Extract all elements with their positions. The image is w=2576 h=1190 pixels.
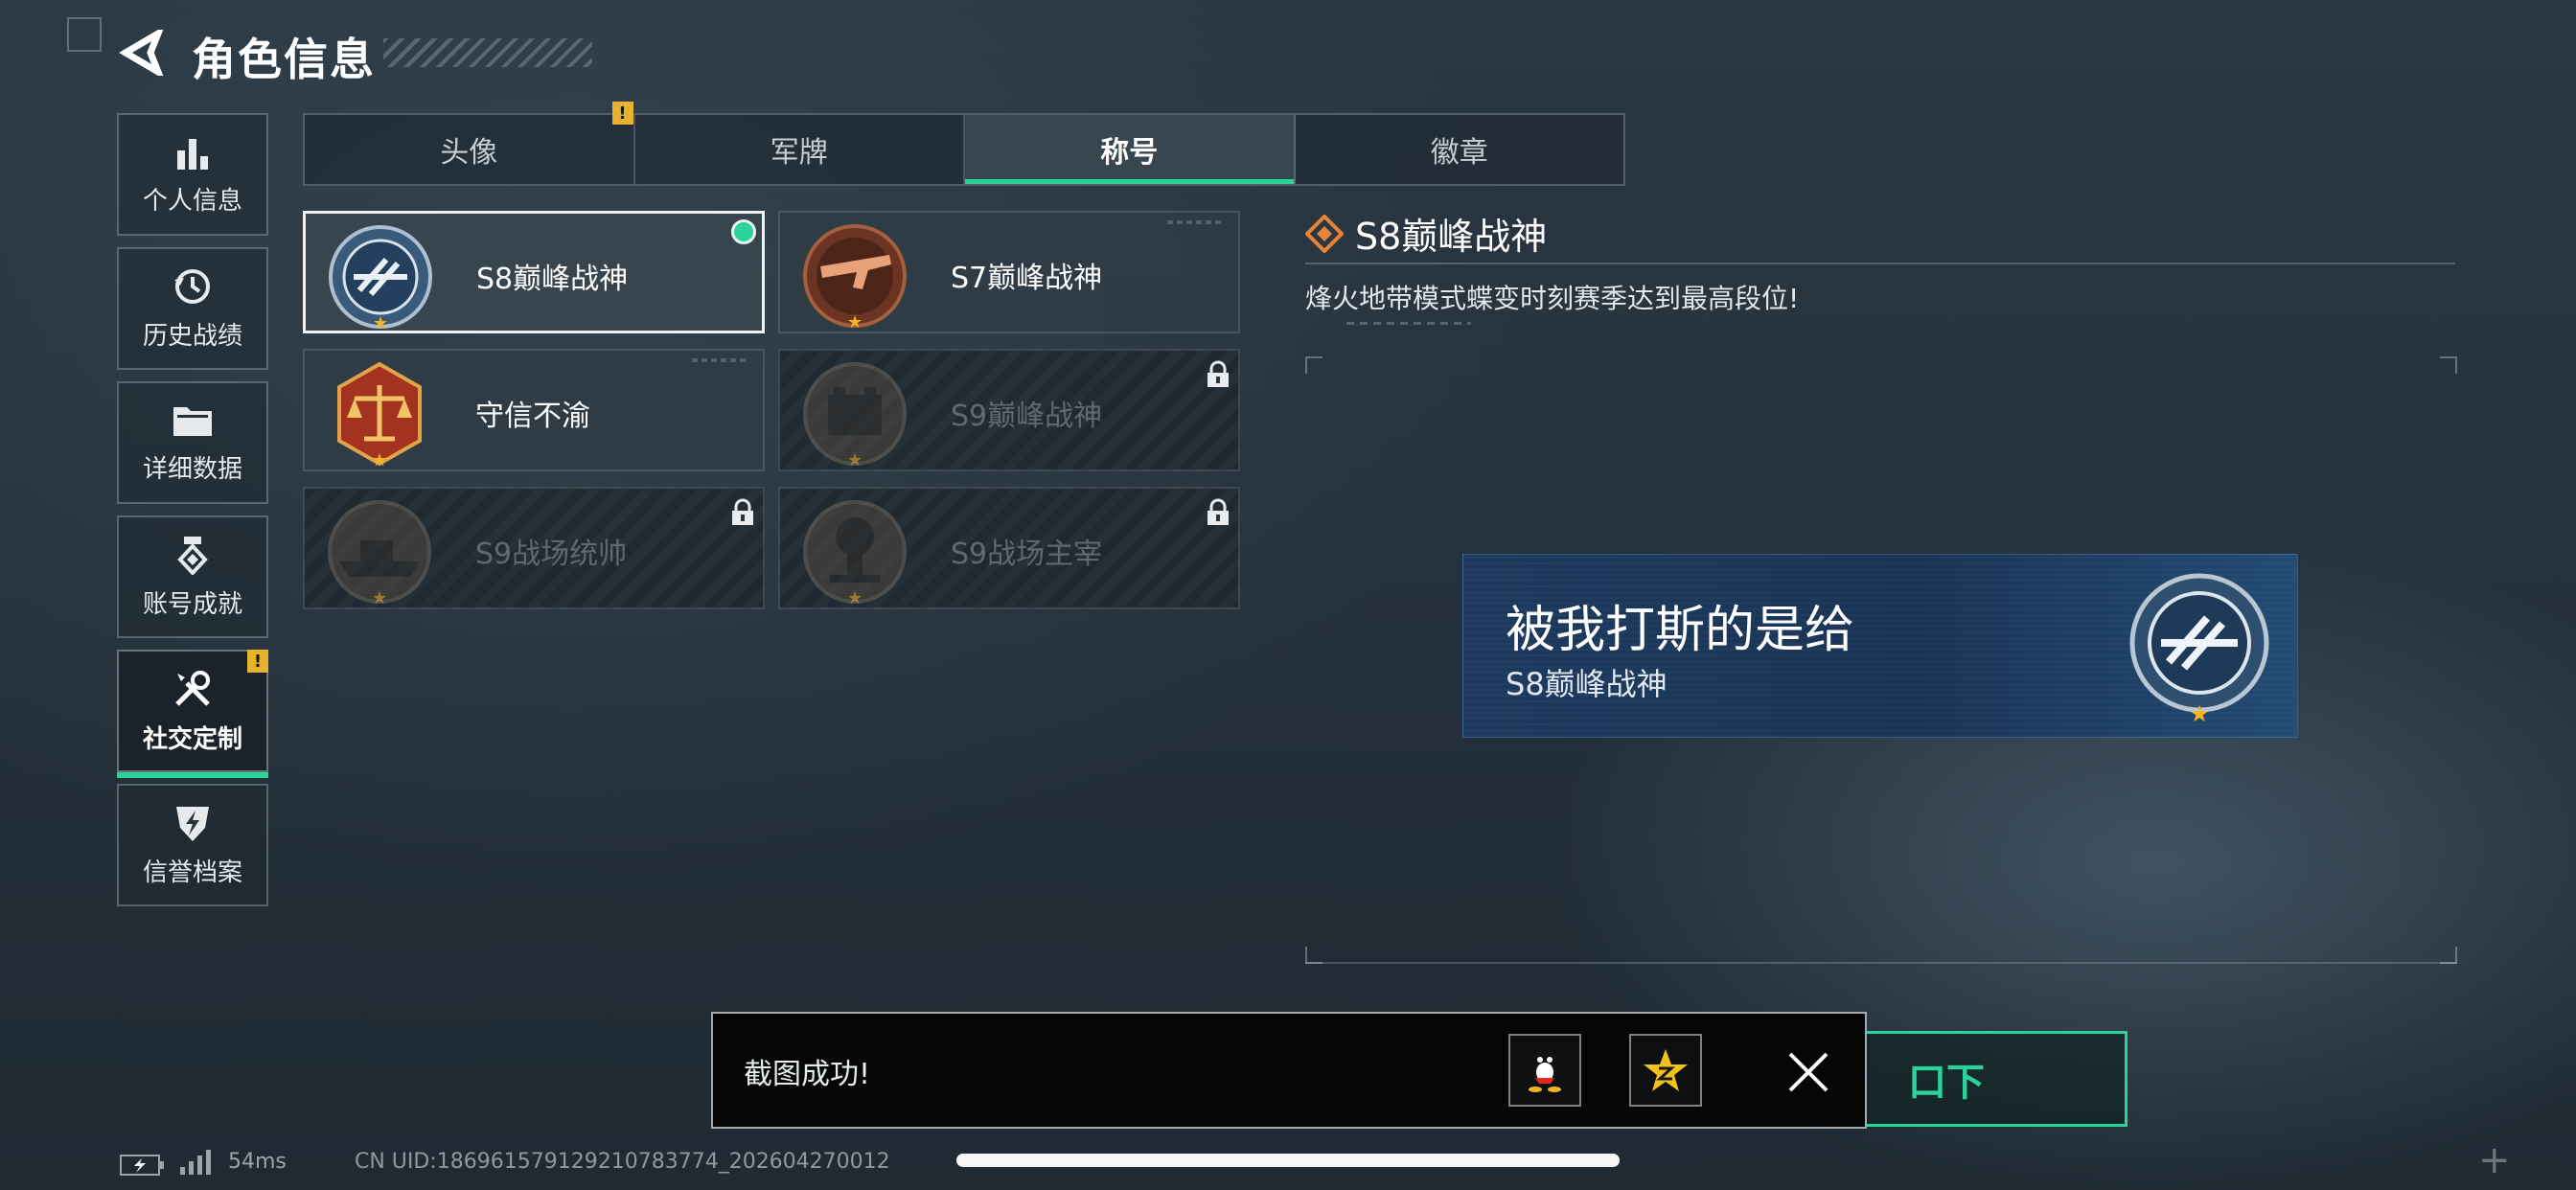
divider bbox=[1305, 962, 2457, 964]
tab-badge[interactable]: 徽章 bbox=[1296, 115, 1624, 184]
divider bbox=[1305, 263, 2455, 264]
warning-badge: ! bbox=[611, 102, 633, 125]
battery-icon bbox=[120, 1155, 164, 1176]
qq-penguin-icon bbox=[1529, 1050, 1561, 1092]
signal-icon bbox=[180, 1150, 211, 1175]
sidebar-item-label: 账号成就 bbox=[142, 589, 242, 619]
frame-corner bbox=[2440, 356, 2457, 374]
nameplate-title: S8巅峰战神 bbox=[1506, 666, 1668, 702]
folder-icon bbox=[173, 406, 212, 436]
shield-bolt-icon bbox=[176, 806, 209, 841]
sidebar-item-history[interactable]: 历史战绩 bbox=[117, 247, 268, 370]
frame-corner bbox=[1305, 356, 1322, 374]
lock-icon bbox=[732, 498, 753, 525]
page-title: 角色信息 bbox=[192, 34, 376, 85]
close-icon[interactable] bbox=[1784, 1048, 1832, 1096]
tab-label: 徽章 bbox=[1430, 136, 1488, 170]
title-card[interactable]: ★ S7巅峰战神 bbox=[778, 211, 1240, 333]
title-card-name: S9巅峰战神 bbox=[951, 400, 1103, 433]
back-button[interactable] bbox=[115, 29, 169, 77]
tab-label: 军牌 bbox=[770, 136, 828, 170]
tab-title[interactable]: 称号 bbox=[965, 115, 1296, 184]
sidebar-item-social-custom[interactable]: 社交定制 ! bbox=[117, 650, 268, 778]
title-card-name: S7巅峰战神 bbox=[951, 262, 1103, 295]
title-card[interactable]: ★ S9战场主宰 bbox=[778, 487, 1240, 609]
nameplate-preview: 被我打斯的是给 S8巅峰战神 ★ bbox=[1462, 554, 2298, 738]
corner-plus-icon: + bbox=[2478, 1138, 2511, 1182]
active-indicator bbox=[117, 772, 268, 778]
tab-dog-tag[interactable]: 军牌 bbox=[635, 115, 965, 184]
ping-value: 54ms bbox=[228, 1150, 287, 1174]
star-icon: ★ bbox=[847, 588, 863, 608]
star-icon: ★ bbox=[847, 450, 863, 470]
title-card[interactable]: ★ 守信不渝 bbox=[303, 349, 765, 471]
detail-description: 烽火地带模式蝶变时刻赛季达到最高段位! bbox=[1305, 283, 1800, 314]
uid-text: CN UID:18696157912921078​3774_2026042700… bbox=[355, 1150, 890, 1174]
title-card[interactable]: ★ S9巅峰战神 bbox=[778, 349, 1240, 471]
detail-title-text: S8巅峰战神 bbox=[1355, 216, 1548, 258]
tools-wrench-icon bbox=[175, 670, 210, 706]
s8-emblem-icon: ★ bbox=[2129, 573, 2269, 725]
title-card-name: 守信不渝 bbox=[475, 400, 590, 433]
home-indicator[interactable] bbox=[956, 1154, 1620, 1167]
tab-label: 称号 bbox=[1100, 136, 1159, 170]
sidebar-item-label: 个人信息 bbox=[142, 186, 242, 216]
sidebar-item-label: 信誉档案 bbox=[142, 858, 242, 887]
star-icon: ★ bbox=[372, 588, 388, 608]
tab-avatar[interactable]: 头像 ! bbox=[305, 102, 635, 184]
title-card-name: S9战场主宰 bbox=[951, 538, 1103, 571]
sidebar-item-personal-info[interactable]: 个人信息 bbox=[117, 113, 268, 236]
bar-chart-icon bbox=[177, 138, 208, 170]
share-qq-button[interactable] bbox=[1508, 1034, 1581, 1107]
svg-text:★: ★ bbox=[2189, 700, 2210, 725]
star-icon: ★ bbox=[847, 312, 863, 332]
category-tabs: 头像 ! 军牌 称号 徽章 bbox=[303, 102, 1625, 186]
title-decoration bbox=[383, 38, 592, 67]
card-decoration bbox=[1167, 220, 1225, 224]
diamond-icon bbox=[1305, 214, 1344, 253]
action-button-label: 口下 bbox=[1908, 1061, 1985, 1105]
tab-label: 头像 bbox=[440, 136, 498, 170]
title-card[interactable]: ★ S8巅峰战神 bbox=[303, 211, 765, 333]
selected-indicator-icon bbox=[731, 219, 756, 244]
action-button[interactable]: 口下 bbox=[1821, 1031, 2128, 1127]
lock-icon bbox=[1208, 360, 1229, 387]
corner-frame bbox=[67, 17, 102, 52]
sidebar-item-detailed-data[interactable]: 详细数据 bbox=[117, 381, 268, 504]
history-clock-icon bbox=[174, 268, 210, 304]
sidebar-item-label: 历史战绩 bbox=[142, 321, 242, 351]
toast-message: 截图成功! bbox=[744, 1058, 871, 1091]
sidebar-item-label: 社交定制 bbox=[142, 724, 242, 754]
screenshot-toast: 截图成功! bbox=[711, 1012, 1867, 1129]
title-card-name: S9战场统帅 bbox=[475, 538, 628, 571]
card-decoration bbox=[692, 358, 749, 362]
detail-title: S8巅峰战神 bbox=[1305, 207, 1547, 260]
detail-decoration bbox=[1346, 322, 1471, 325]
title-card-name: S8巅峰战神 bbox=[476, 263, 629, 296]
qzone-star-icon bbox=[1644, 1049, 1688, 1091]
achievement-medal-icon bbox=[177, 536, 208, 575]
warning-badge: ! bbox=[247, 650, 268, 673]
back-arrow-icon bbox=[119, 30, 164, 76]
star-icon: ★ bbox=[373, 313, 389, 333]
sidebar-item-achievements[interactable]: 账号成就 bbox=[117, 515, 268, 638]
title-card[interactable]: ★ S9战场统帅 bbox=[303, 487, 765, 609]
share-qzone-button[interactable] bbox=[1629, 1034, 1702, 1107]
lock-icon bbox=[1208, 498, 1229, 525]
sidebar-item-reputation[interactable]: 信誉档案 bbox=[117, 784, 268, 906]
star-icon: ★ bbox=[372, 450, 388, 470]
sidebar-item-label: 详细数据 bbox=[142, 454, 242, 484]
nameplate-player-name: 被我打斯的是给 bbox=[1506, 602, 1855, 659]
